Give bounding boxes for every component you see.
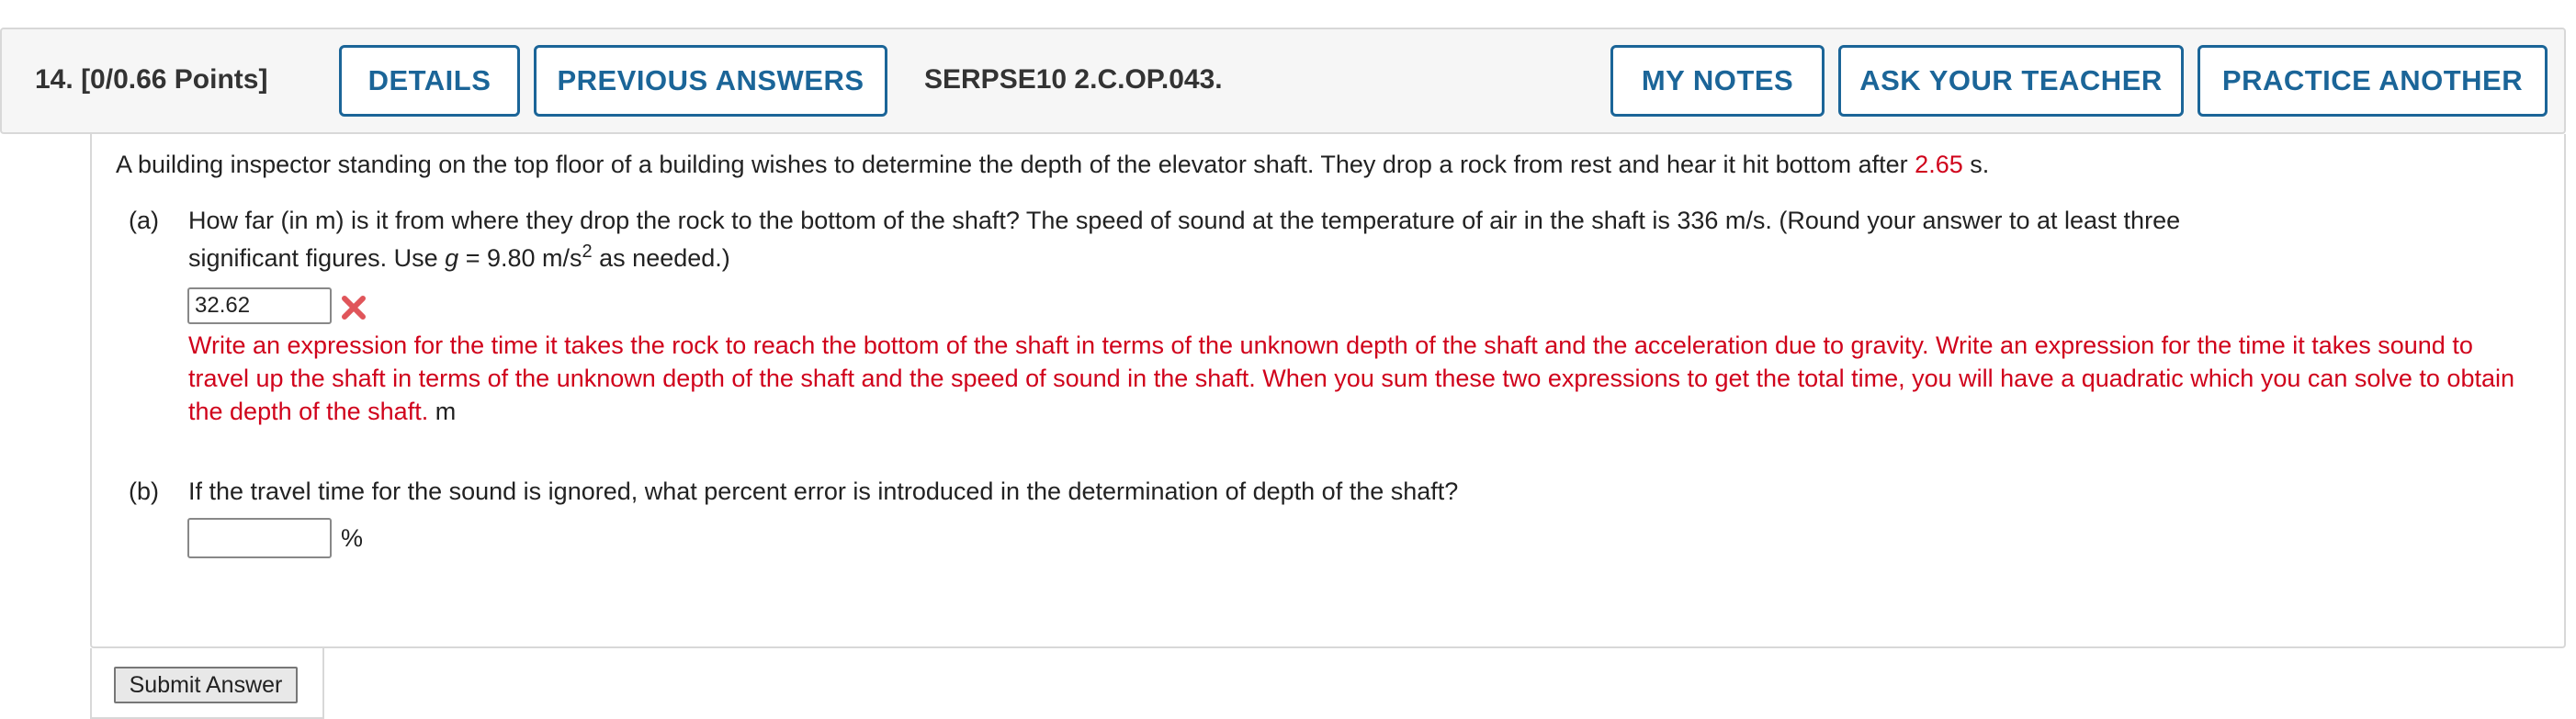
question-code: SERPSE10 2.C.OP.043. bbox=[924, 64, 1223, 95]
question-points: [0/0.66 Points] bbox=[81, 64, 268, 95]
g-value: = 9.80 m/s bbox=[465, 244, 582, 272]
part-a-question-line1: How far (in m) is it from where they dro… bbox=[188, 207, 2181, 234]
part-a-label: (a) bbox=[129, 207, 159, 234]
part-a-feedback: Write an expression for the time it take… bbox=[188, 329, 2540, 428]
submit-answer-button[interactable]: Submit Answer bbox=[114, 667, 298, 703]
question-title: 14. [0/0.66 Points] bbox=[35, 64, 267, 95]
problem-intro: A building inspector standing on the top… bbox=[116, 151, 1908, 178]
part-a-answer-input[interactable] bbox=[187, 287, 332, 324]
part-b-answer-input[interactable] bbox=[187, 518, 332, 558]
previous-answers-button[interactable]: PREVIOUS ANSWERS bbox=[534, 45, 887, 117]
time-unit: s. bbox=[1970, 151, 1990, 178]
problem-statement: A building inspector standing on the top… bbox=[116, 148, 1989, 181]
practice-another-button[interactable]: PRACTICE ANOTHER bbox=[2198, 45, 2548, 117]
part-b-label: (b) bbox=[129, 477, 159, 505]
incorrect-x-icon bbox=[342, 296, 366, 320]
g-symbol: g bbox=[445, 244, 459, 272]
part-a-suffix: as needed.) bbox=[599, 244, 730, 272]
time-value: 2.65 bbox=[1915, 151, 1963, 178]
part-a-question-line2: significant figures. Use g = 9.80 m/s2 a… bbox=[188, 242, 730, 275]
question-number: 14. bbox=[35, 64, 73, 95]
part-a-prefix: significant figures. Use bbox=[188, 244, 438, 272]
g-exponent: 2 bbox=[582, 242, 593, 262]
ask-your-teacher-button[interactable]: ASK YOUR TEACHER bbox=[1838, 45, 2184, 117]
part-b-unit: % bbox=[341, 524, 364, 552]
my-notes-button[interactable]: MY NOTES bbox=[1610, 45, 1825, 117]
feedback-text: Write an expression for the time it take… bbox=[188, 331, 2515, 425]
details-button[interactable]: DETAILS bbox=[339, 45, 520, 117]
part-a-unit: m bbox=[435, 398, 457, 425]
part-b-question: If the travel time for the sound is igno… bbox=[188, 477, 1459, 505]
